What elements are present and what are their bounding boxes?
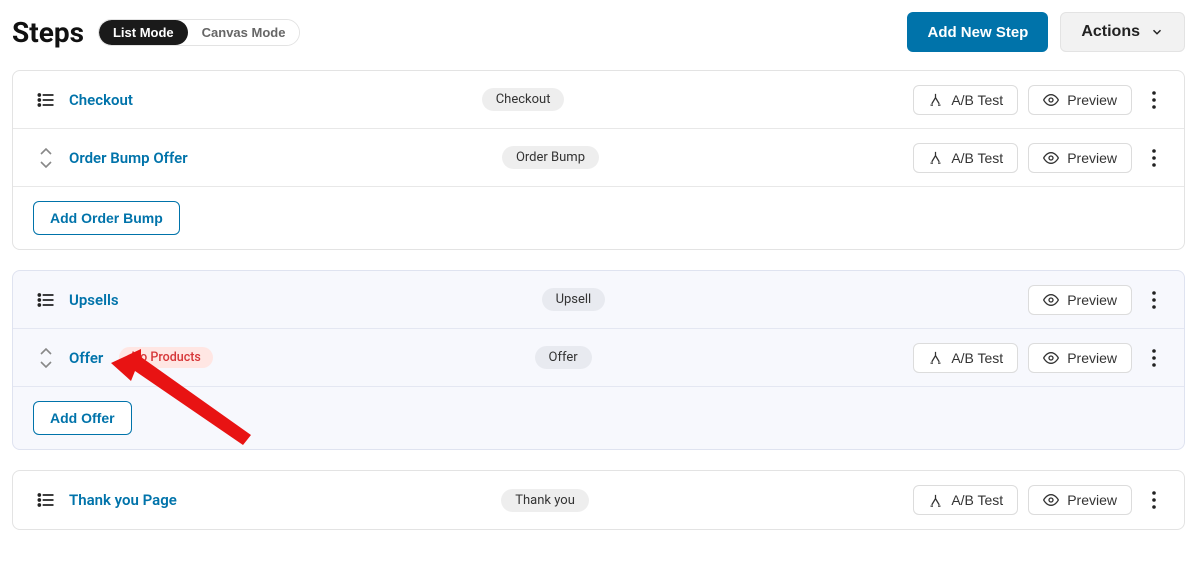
eye-icon — [1043, 150, 1059, 166]
row-actions: Preview — [1028, 285, 1166, 315]
step-tag: Upsell — [542, 288, 606, 311]
more-menu-button[interactable] — [1142, 288, 1166, 312]
split-icon — [928, 493, 943, 508]
step-row: Order Bump Offer Order Bump A/B Test Pre… — [13, 129, 1184, 187]
step-link-offer[interactable]: Offer — [69, 349, 103, 367]
more-menu-button[interactable] — [1142, 88, 1166, 112]
chevron-down-icon — [1150, 25, 1164, 39]
step-row: Thank you Page Thank you A/B Test Previe… — [13, 471, 1184, 529]
ab-test-button[interactable]: A/B Test — [913, 343, 1018, 373]
more-menu-button[interactable] — [1142, 346, 1166, 370]
list-icon — [31, 490, 61, 510]
eye-icon — [1043, 492, 1059, 508]
step-link-upsells[interactable]: Upsells — [69, 291, 119, 309]
step-link-checkout[interactable]: Checkout — [69, 91, 133, 109]
step-row: Upsells Upsell Preview — [13, 271, 1184, 329]
kebab-icon — [1152, 491, 1156, 509]
header-right: Add New Step Actions — [907, 12, 1185, 52]
chevron-down-icon — [40, 160, 52, 168]
row-actions: A/B Test Preview — [913, 143, 1166, 173]
step-group-upsells: Upsells Upsell Preview Offer No Products… — [12, 270, 1185, 450]
row-center: Order Bump — [188, 146, 914, 169]
preview-button[interactable]: Preview — [1028, 343, 1132, 373]
eye-icon — [1043, 292, 1059, 308]
split-icon — [928, 150, 943, 165]
row-center: Checkout — [133, 88, 913, 111]
step-tag: Order Bump — [502, 146, 599, 169]
kebab-icon — [1152, 291, 1156, 309]
group-footer: Add Offer — [13, 387, 1184, 449]
mode-list-button[interactable]: List Mode — [99, 20, 188, 45]
step-group-checkout: Checkout Checkout A/B Test Preview Order… — [12, 70, 1185, 250]
chevron-down-icon — [40, 360, 52, 368]
row-center: Upsell — [119, 288, 1029, 311]
header-left: Steps List Mode Canvas Mode — [12, 16, 300, 49]
sort-handle[interactable] — [31, 348, 61, 368]
group-footer: Add Order Bump — [13, 187, 1184, 249]
split-icon — [928, 350, 943, 365]
row-actions: A/B Test Preview — [913, 343, 1166, 373]
list-icon — [31, 290, 61, 310]
step-row: Offer No Products Offer A/B Test Preview — [13, 329, 1184, 387]
chevron-up-icon — [40, 148, 52, 156]
step-link-order-bump[interactable]: Order Bump Offer — [69, 149, 188, 167]
sort-handle[interactable] — [31, 148, 61, 168]
row-center: Offer — [213, 346, 913, 369]
no-products-badge: No Products — [119, 347, 213, 368]
step-row: Checkout Checkout A/B Test Preview — [13, 71, 1184, 129]
preview-button[interactable]: Preview — [1028, 143, 1132, 173]
chevron-up-icon — [40, 348, 52, 356]
step-link-thankyou[interactable]: Thank you Page — [69, 491, 177, 509]
actions-button[interactable]: Actions — [1060, 12, 1185, 52]
mode-canvas-button[interactable]: Canvas Mode — [188, 20, 300, 45]
preview-button[interactable]: Preview — [1028, 485, 1132, 515]
ab-test-button[interactable]: A/B Test — [913, 85, 1018, 115]
kebab-icon — [1152, 91, 1156, 109]
add-new-step-button[interactable]: Add New Step — [907, 12, 1048, 52]
kebab-icon — [1152, 349, 1156, 367]
more-menu-button[interactable] — [1142, 488, 1166, 512]
add-order-bump-button[interactable]: Add Order Bump — [33, 201, 180, 235]
step-group-thankyou: Thank you Page Thank you A/B Test Previe… — [12, 470, 1185, 530]
kebab-icon — [1152, 149, 1156, 167]
step-tag: Thank you — [501, 489, 589, 512]
row-actions: A/B Test Preview — [913, 85, 1166, 115]
split-icon — [928, 92, 943, 107]
eye-icon — [1043, 92, 1059, 108]
add-offer-button[interactable]: Add Offer — [33, 401, 132, 435]
mode-toggle: List Mode Canvas Mode — [98, 19, 300, 46]
actions-label: Actions — [1081, 23, 1140, 41]
ab-test-button[interactable]: A/B Test — [913, 485, 1018, 515]
preview-button[interactable]: Preview — [1028, 85, 1132, 115]
row-actions: A/B Test Preview — [913, 485, 1166, 515]
row-center: Thank you — [177, 489, 914, 512]
more-menu-button[interactable] — [1142, 146, 1166, 170]
eye-icon — [1043, 350, 1059, 366]
list-icon — [31, 90, 61, 110]
ab-test-button[interactable]: A/B Test — [913, 143, 1018, 173]
step-tag: Checkout — [482, 88, 565, 111]
step-tag: Offer — [535, 346, 592, 369]
page-header: Steps List Mode Canvas Mode Add New Step… — [12, 12, 1185, 52]
preview-button[interactable]: Preview — [1028, 285, 1132, 315]
page-title: Steps — [12, 16, 84, 49]
